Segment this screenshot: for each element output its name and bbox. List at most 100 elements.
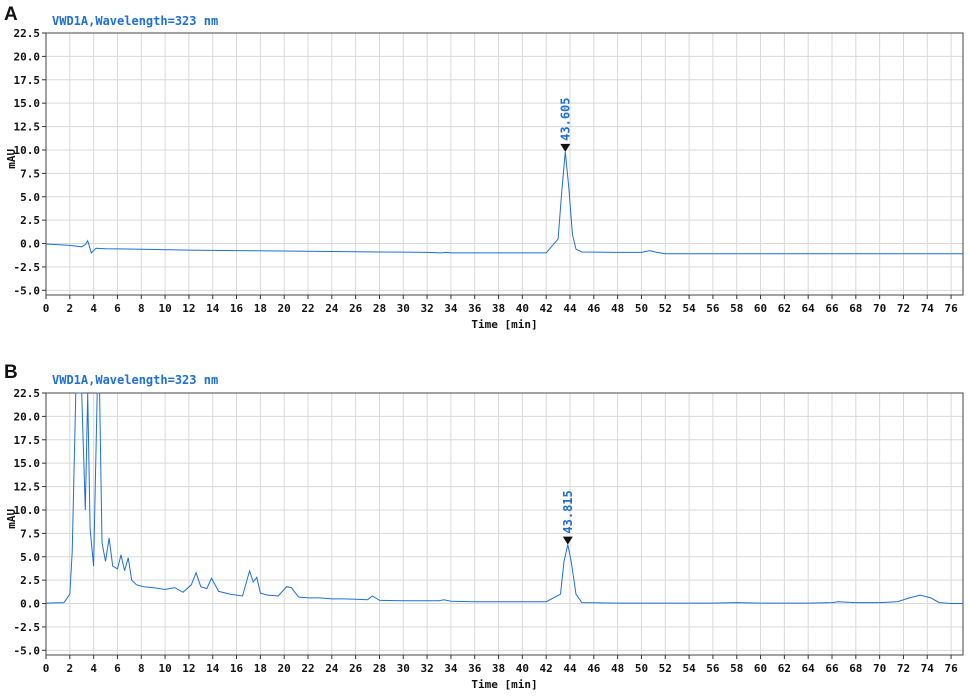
x-tick-label: 56 — [706, 662, 720, 675]
x-tick-label: 54 — [682, 302, 696, 315]
x-tick-label: 58 — [730, 302, 743, 315]
panel-b-peak-marker — [562, 536, 573, 545]
x-tick-label: 22 — [301, 302, 314, 315]
x-tick-label: 38 — [492, 302, 505, 315]
x-tick-label: 42 — [540, 302, 553, 315]
x-tick-label: 24 — [325, 662, 339, 675]
y-tick-label: 15.0 — [14, 97, 41, 110]
x-tick-label: 34 — [444, 302, 458, 315]
x-tick-label: 16 — [230, 662, 244, 675]
x-tick-label: 14 — [206, 662, 220, 675]
x-tick-label: 38 — [492, 662, 505, 675]
x-tick-label: 8 — [138, 302, 145, 315]
x-tick-label: 68 — [849, 302, 862, 315]
y-tick-label: 7.5 — [20, 527, 40, 540]
y-tick-label: -5.0 — [14, 284, 41, 297]
x-tick-label: 58 — [730, 662, 743, 675]
y-tick-label: 5.0 — [20, 551, 40, 564]
y-tick-label: 0.0 — [20, 598, 40, 611]
y-tick-label: -2.5 — [14, 621, 41, 634]
x-tick-label: 8 — [138, 662, 145, 675]
panel-b-grid — [45, 392, 963, 655]
x-tick-label: 42 — [540, 662, 553, 675]
x-tick-label: 54 — [682, 662, 696, 675]
panel-a-letter: A — [4, 4, 18, 25]
y-tick-label: 22.5 — [14, 27, 41, 40]
y-tick-label: 2.5 — [20, 214, 40, 227]
y-tick-label: 12.5 — [14, 481, 41, 494]
x-tick-label: 46 — [587, 662, 601, 675]
y-tick-label: 20.0 — [14, 410, 41, 423]
x-tick-label: 0 — [43, 302, 50, 315]
y-tick-label: 0.0 — [20, 238, 40, 251]
x-tick-label: 34 — [444, 662, 458, 675]
x-tick-label: 76 — [944, 662, 958, 675]
panel-a-plot-frame — [45, 32, 964, 296]
panel-a-x-ticks: 0 2 4 6 8 10 12 14 16 18 20 22 24 26 28 30 32 34 36 38 40 42 4… — [43, 295, 958, 315]
x-tick-label: 6 — [114, 302, 121, 315]
x-tick-label: 48 — [611, 662, 624, 675]
panel-b-x-ticks: 0 2 4 6 8 10 12 14 16 18 20 22 24 26 28 30 32 34 36 38 40 42 4… — [43, 655, 958, 675]
x-tick-label: 28 — [373, 302, 386, 315]
panel-b-letter: B — [4, 362, 18, 383]
x-tick-label: 10 — [158, 302, 171, 315]
panel-a-grid — [45, 32, 963, 295]
x-tick-label: 68 — [849, 662, 862, 675]
panel-b-x-axis-title: Time [min] — [471, 678, 537, 691]
x-tick-label: 36 — [468, 302, 482, 315]
x-tick-label: 46 — [587, 302, 601, 315]
x-tick-label: 18 — [254, 662, 267, 675]
x-tick-label: 12 — [182, 302, 195, 315]
panel-a-signal-title: VWD1A,Wavelength=323 nm — [52, 14, 218, 28]
x-tick-label: 30 — [397, 302, 410, 315]
y-tick-label: -5.0 — [14, 644, 41, 657]
x-tick-label: 72 — [897, 302, 910, 315]
y-tick-label: 17.5 — [14, 434, 41, 447]
panel-b: B VWD1A,Wavelength=323 nm 22.520.017.515… — [4, 362, 964, 691]
x-tick-label: 26 — [349, 302, 363, 315]
x-tick-label: 48 — [611, 302, 624, 315]
x-tick-label: 14 — [206, 302, 220, 315]
x-tick-label: 66 — [825, 662, 839, 675]
x-tick-label: 32 — [420, 662, 433, 675]
panel-b-y-axis-title: mAU — [5, 508, 18, 528]
x-tick-label: 40 — [516, 662, 529, 675]
x-tick-label: 60 — [754, 302, 767, 315]
x-tick-label: 12 — [182, 662, 195, 675]
x-tick-label: 62 — [778, 302, 791, 315]
x-tick-label: 4 — [90, 662, 97, 675]
panel-b-peak-label: 43.815 — [561, 490, 575, 533]
panel-b-plot-frame — [45, 392, 964, 656]
x-tick-label: 20 — [278, 302, 291, 315]
x-tick-label: 22 — [301, 662, 314, 675]
x-tick-label: 28 — [373, 662, 386, 675]
x-tick-label: 66 — [825, 302, 839, 315]
x-tick-label: 18 — [254, 302, 267, 315]
x-tick-label: 16 — [230, 302, 244, 315]
x-tick-label: 52 — [659, 302, 672, 315]
x-tick-label: 60 — [754, 662, 767, 675]
x-tick-label: 32 — [420, 302, 433, 315]
y-tick-label: 2.5 — [20, 574, 40, 587]
panel-a-y-ticks: 22.520.017.515.012.510.07.55.02.50.0-2.5… — [14, 27, 46, 297]
y-tick-label: 7.5 — [20, 167, 40, 180]
x-tick-label: 50 — [635, 302, 648, 315]
y-tick-label: 20.0 — [14, 50, 41, 63]
panel-b-signal-title: VWD1A,Wavelength=323 nm — [52, 373, 218, 387]
peak-triangle — [562, 536, 573, 545]
y-tick-label: 12.5 — [14, 121, 41, 134]
panel-a: A VWD1A,Wavelength=323 nm 22.520.017.515… — [4, 4, 964, 331]
x-tick-label: 44 — [563, 302, 577, 315]
x-tick-label: 50 — [635, 662, 648, 675]
x-tick-label: 52 — [659, 662, 672, 675]
x-tick-label: 70 — [873, 302, 886, 315]
panel-a-x-axis-title: Time [min] — [471, 318, 537, 331]
peak-triangle — [560, 143, 571, 152]
chromatogram-figure: A VWD1A,Wavelength=323 nm 22.5 20.0 17.5 15… — [4, 4, 964, 691]
panel-b-y-ticks: 22.520.017.515.012.510.07.55.02.50.0-2.5… — [14, 387, 46, 657]
x-tick-label: 0 — [43, 662, 50, 675]
x-tick-label: 56 — [706, 302, 720, 315]
x-tick-label: 40 — [516, 302, 529, 315]
y-tick-label: -2.5 — [14, 261, 41, 274]
x-tick-label: 74 — [921, 662, 935, 675]
